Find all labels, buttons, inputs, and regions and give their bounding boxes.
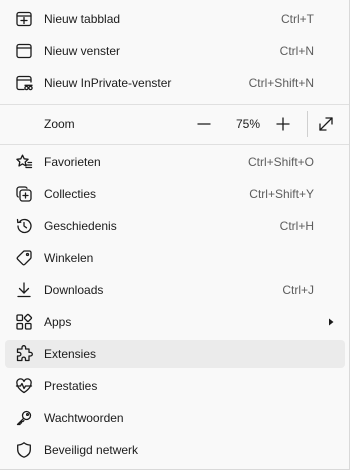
zoom-row: Zoom 75%	[5, 107, 345, 140]
menu-item-new-window[interactable]: Nieuw venster Ctrl+N	[5, 37, 345, 65]
menu-item-downloads[interactable]: Downloads Ctrl+J	[5, 276, 345, 304]
menu-item-shortcut: Ctrl+Shift+Y	[249, 187, 314, 201]
fullscreen-icon	[319, 117, 333, 131]
menu-item-label: Extensies	[44, 347, 97, 361]
menu-item-label: Collecties	[44, 187, 97, 201]
browser-settings-menu: Nieuw tabblad Ctrl+T Nieuw venster Ctrl+…	[0, 0, 350, 470]
menu-item-label: Favorieten	[44, 155, 101, 169]
separator	[0, 144, 349, 145]
shopping-tag-icon	[15, 249, 33, 267]
new-window-icon	[15, 42, 33, 60]
menu-item-extensions[interactable]: Extensies	[5, 340, 345, 368]
history-icon	[15, 217, 33, 235]
menu-item-label: Downloads	[44, 283, 104, 297]
menu-item-shortcut: Ctrl+T	[281, 12, 314, 26]
menu-item-shortcut: Ctrl+N	[279, 44, 314, 58]
menu-item-label: Prestaties	[44, 379, 98, 393]
download-icon	[15, 281, 33, 299]
menu-item-secure-network[interactable]: Beveiligd netwerk	[5, 436, 345, 464]
menu-item-new-tab[interactable]: Nieuw tabblad Ctrl+T	[5, 5, 345, 33]
chevron-right-icon	[329, 318, 334, 326]
fullscreen-button[interactable]	[315, 113, 337, 135]
menu-item-collections[interactable]: Collecties Ctrl+Shift+Y	[5, 180, 345, 208]
apps-icon	[15, 313, 33, 331]
shield-icon	[15, 441, 33, 459]
separator	[0, 104, 349, 105]
menu-item-shortcut: Ctrl+H	[279, 219, 314, 233]
menu-item-shortcut: Ctrl+J	[282, 283, 314, 297]
menu-item-label: Wachtwoorden	[44, 411, 124, 425]
menu-item-label: Beveiligd netwerk	[44, 443, 139, 457]
menu-item-shortcut: Ctrl+Shift+N	[248, 76, 314, 90]
menu-item-label: Nieuw tabblad	[44, 12, 121, 26]
zoom-out-button[interactable]	[193, 113, 215, 135]
menu-item-shortcut: Ctrl+Shift+O	[247, 155, 314, 169]
collections-icon	[15, 185, 33, 203]
new-tab-icon	[15, 10, 33, 28]
menu-item-label: Nieuw InPrivate-venster	[44, 76, 172, 90]
menu-item-label: Nieuw venster	[44, 44, 121, 58]
key-icon	[15, 409, 33, 427]
zoom-value: 75%	[235, 117, 261, 131]
menu-item-shopping[interactable]: Winkelen	[5, 244, 345, 272]
menu-item-performance[interactable]: Prestaties	[5, 372, 345, 400]
favorites-icon	[15, 153, 33, 171]
zoom-in-icon	[276, 117, 290, 131]
menu-item-apps[interactable]: Apps	[5, 308, 345, 336]
extensions-icon	[15, 345, 33, 363]
zoom-in-button[interactable]	[272, 113, 294, 135]
menu-item-favorites[interactable]: Favorieten Ctrl+Shift+O	[5, 148, 345, 176]
inprivate-window-icon	[15, 74, 33, 92]
menu-item-history[interactable]: Geschiedenis Ctrl+H	[5, 212, 345, 240]
menu-item-label: Apps	[44, 315, 72, 329]
menu-item-passwords[interactable]: Wachtwoorden	[5, 404, 345, 432]
zoom-out-icon	[197, 123, 211, 125]
menu-item-label: Winkelen	[44, 251, 94, 265]
zoom-divider	[307, 111, 308, 137]
menu-item-label: Geschiedenis	[44, 219, 117, 233]
zoom-label: Zoom	[44, 117, 75, 131]
menu-item-new-inprivate-window[interactable]: Nieuw InPrivate-venster Ctrl+Shift+N	[5, 69, 345, 97]
performance-icon	[15, 377, 33, 395]
